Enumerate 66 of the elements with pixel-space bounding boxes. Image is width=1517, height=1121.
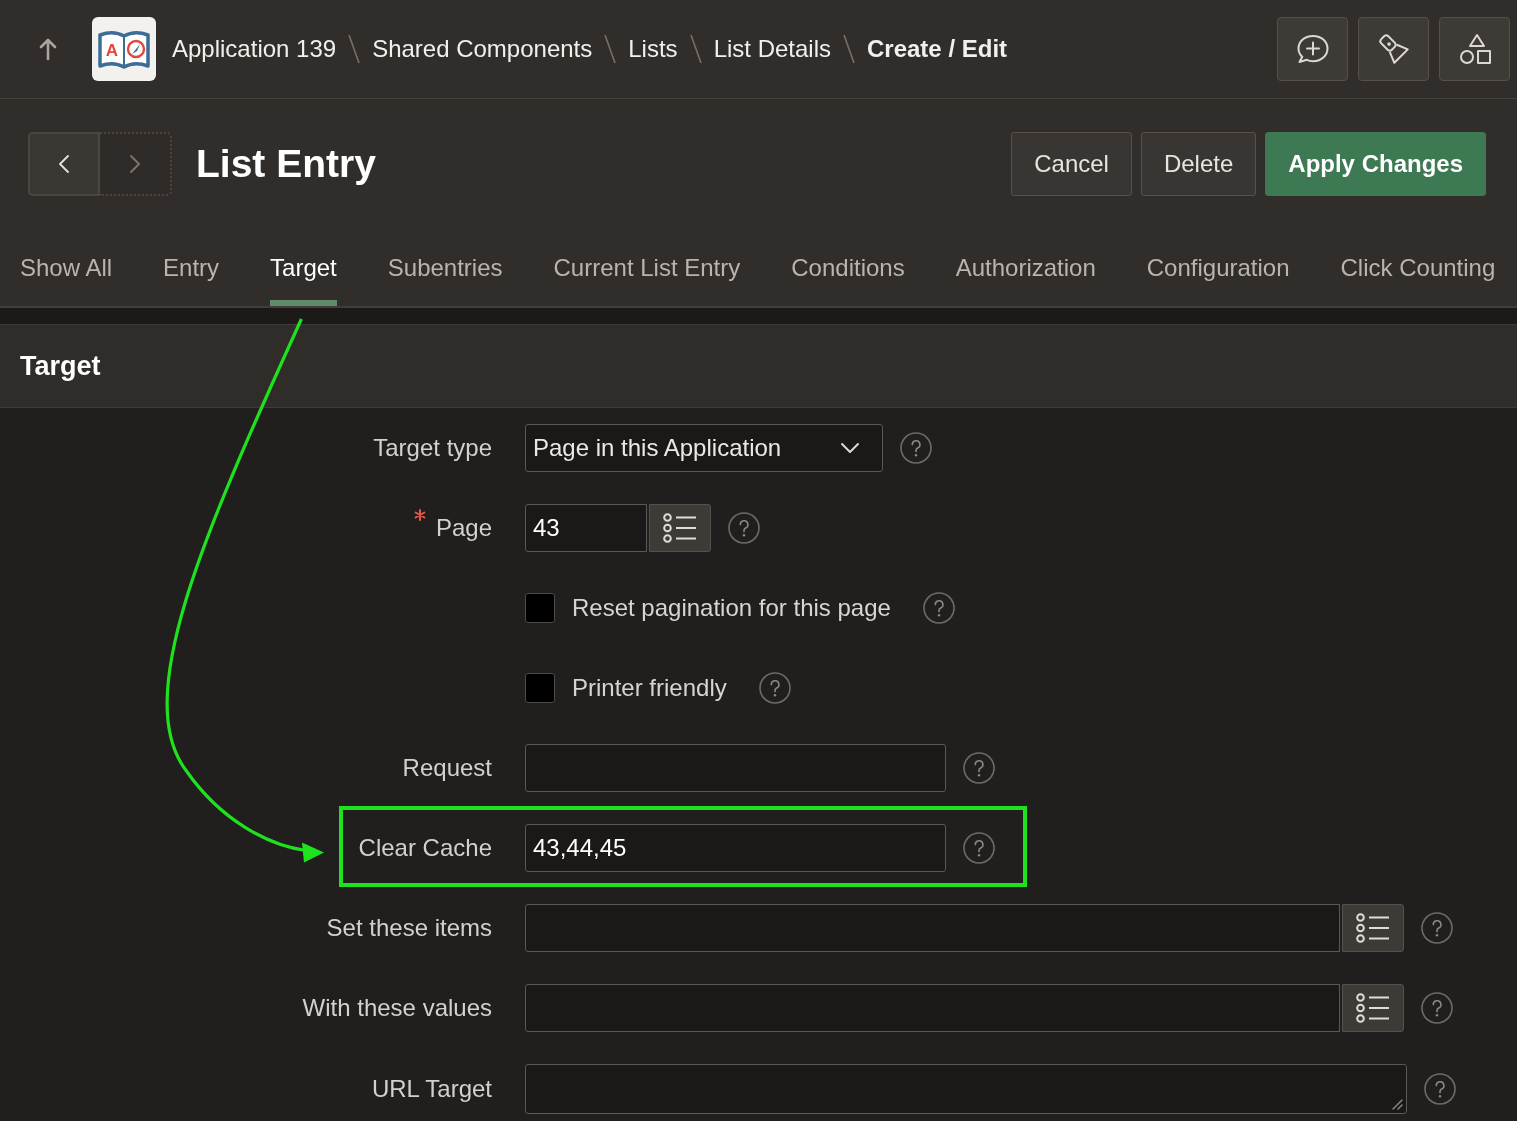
tab[interactable]: Entry bbox=[163, 230, 220, 306]
breadcrumb-link[interactable]: List Details bbox=[713, 34, 831, 64]
slash-separator-icon bbox=[347, 33, 362, 65]
shapes-button[interactable] bbox=[1439, 17, 1510, 81]
field-label: With these values bbox=[302, 993, 492, 1023]
help-icon[interactable] bbox=[1421, 912, 1453, 944]
breadcrumb-link[interactable]: Application 139 bbox=[172, 34, 337, 64]
tab[interactable]: Click Counting bbox=[1340, 230, 1496, 306]
action-button[interactable]: Cancel bbox=[1011, 132, 1132, 196]
shapes-icon bbox=[1457, 33, 1492, 65]
help-icon[interactable] bbox=[963, 752, 995, 784]
chevron-left-icon bbox=[58, 154, 70, 174]
text-field[interactable]: 43,44,45 bbox=[525, 824, 946, 872]
tab[interactable]: Subentries bbox=[387, 230, 503, 306]
chevron-down-icon bbox=[840, 442, 860, 454]
up-arrow-icon[interactable] bbox=[38, 37, 58, 61]
textarea-field[interactable] bbox=[525, 1064, 1407, 1114]
help-icon[interactable] bbox=[963, 832, 995, 864]
checkbox-label: Printer friendly bbox=[572, 673, 727, 703]
resize-grip-icon[interactable] bbox=[1391, 1098, 1403, 1110]
breadcrumb-link[interactable]: Create / Edit bbox=[867, 34, 1008, 64]
list-button[interactable] bbox=[1342, 904, 1404, 952]
field-label: URL Target bbox=[371, 1074, 492, 1104]
field-label: Request bbox=[402, 753, 492, 783]
help-icon[interactable] bbox=[900, 432, 932, 464]
tab[interactable]: Current List Entry bbox=[553, 230, 741, 306]
tab[interactable]: Conditions bbox=[791, 230, 905, 306]
slash-separator-icon bbox=[603, 33, 618, 65]
help-icon[interactable] bbox=[1421, 992, 1453, 1024]
tab[interactable]: Configuration bbox=[1146, 230, 1290, 306]
field-label: Set these items bbox=[326, 913, 492, 943]
list-icon bbox=[1356, 993, 1390, 1023]
chat-plus-icon bbox=[1294, 34, 1331, 64]
list-button[interactable] bbox=[1342, 984, 1404, 1032]
list-icon bbox=[1356, 913, 1390, 943]
breadcrumb-link[interactable]: Shared Components bbox=[372, 34, 593, 64]
field-label: Target type bbox=[373, 433, 492, 463]
chevron-right-icon bbox=[129, 154, 141, 174]
checkbox-label: Reset pagination for this page bbox=[572, 593, 891, 623]
help-icon[interactable] bbox=[1424, 1073, 1456, 1105]
checkbox[interactable] bbox=[525, 673, 555, 703]
field-label: Clear Cache bbox=[358, 833, 492, 863]
tab[interactable]: Authorization bbox=[955, 230, 1096, 306]
slash-separator-icon bbox=[842, 33, 856, 65]
list-icon bbox=[663, 513, 697, 543]
tab[interactable]: Show All bbox=[20, 230, 113, 306]
help-icon[interactable] bbox=[758, 672, 791, 704]
select-field[interactable]: Page in this Application bbox=[525, 424, 883, 472]
flashlight-button[interactable] bbox=[1358, 17, 1429, 81]
region-title: Target bbox=[20, 350, 101, 382]
action-button[interactable]: Delete bbox=[1140, 132, 1257, 196]
book-logo-icon[interactable]: A bbox=[92, 17, 156, 81]
apply-button[interactable]: Apply Changes bbox=[1265, 132, 1486, 196]
text-field[interactable] bbox=[525, 744, 946, 792]
text-field[interactable] bbox=[525, 984, 1340, 1032]
feedback-button[interactable] bbox=[1277, 17, 1348, 81]
help-icon[interactable] bbox=[922, 592, 955, 624]
breadcrumb-link[interactable]: Lists bbox=[628, 34, 678, 64]
slash-separator-icon bbox=[688, 33, 703, 65]
field-label: Page bbox=[435, 513, 492, 543]
checkbox[interactable] bbox=[525, 593, 555, 623]
page-title: List Entry bbox=[196, 141, 376, 187]
help-icon[interactable] bbox=[728, 512, 760, 544]
text-field[interactable]: 43 bbox=[525, 504, 647, 552]
list-button[interactable] bbox=[649, 504, 711, 552]
text-field[interactable] bbox=[525, 904, 1340, 952]
